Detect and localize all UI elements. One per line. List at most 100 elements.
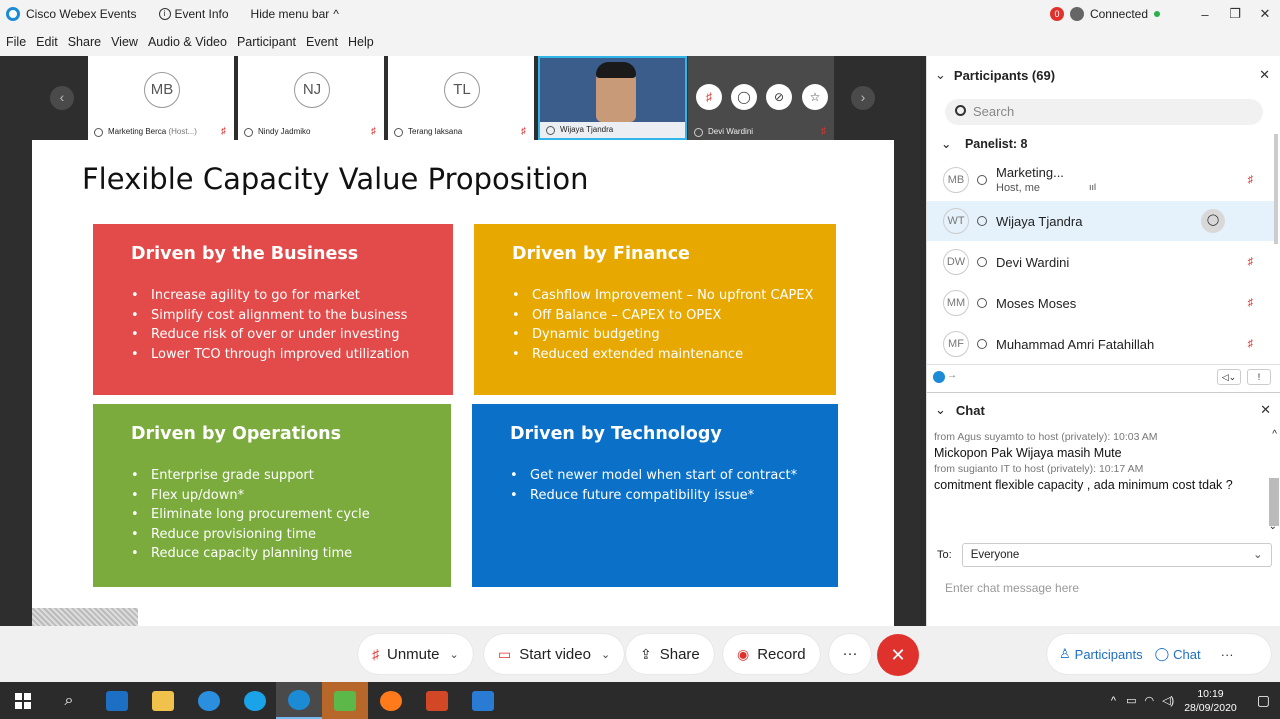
app-name: Cisco Webex Events (26, 7, 137, 21)
powerpoint-taskbar-icon[interactable] (414, 682, 460, 719)
strip-prev-button[interactable]: ‹ (50, 86, 74, 110)
muted-mic-icon[interactable]: ♯ (1248, 338, 1254, 350)
chat-scroll-down-button[interactable]: ⌄ (1269, 521, 1277, 532)
search-taskbar-button[interactable]: ⌕ (46, 682, 92, 719)
participant-search-input[interactable]: Search (945, 99, 1263, 125)
bullet: Reduce risk of over or under investing (131, 325, 453, 345)
bullet: Cashflow Improvement – No upfront CAPEX (512, 286, 836, 306)
chat-message-input[interactable]: Enter chat message here (945, 581, 1079, 595)
wifi-icon[interactable]: ◠ (1144, 694, 1154, 707)
arrow-right-icon[interactable]: → (947, 370, 957, 381)
record-button[interactable]: ◉ Record (723, 634, 820, 674)
chat-message-text: comitment flexible capacity , ada minimu… (934, 478, 1233, 492)
record-label: Record (757, 645, 806, 663)
start-video-button[interactable]: ▭ Start video ⌄ (484, 634, 625, 674)
notifications-icon[interactable]: ▢ (1257, 692, 1270, 709)
muted-mic-icon[interactable]: ♯ (1248, 297, 1254, 309)
tile-name: Devi Wardini (708, 127, 754, 136)
lower-hands-button[interactable]: ◁⌄ (1217, 369, 1241, 385)
menu-event[interactable]: Event (306, 35, 338, 49)
close-chat-button[interactable]: ✕ (1260, 402, 1271, 418)
chat-bubble-icon[interactable]: ◯ (1201, 209, 1225, 233)
minimize-button[interactable]: – (1190, 7, 1220, 22)
app-taskbar-icon[interactable] (322, 682, 368, 719)
participants-toggle-button[interactable]: Participants (1075, 647, 1143, 662)
chat-participant-icon[interactable]: ◯ (731, 84, 757, 110)
file-explorer-taskbar-icon[interactable] (140, 682, 186, 719)
video-tile[interactable]: NJ Nindy Jadmiko ♯ (238, 56, 386, 140)
bullet: Eliminate long procurement cycle (131, 505, 451, 525)
menu-view[interactable]: View (111, 35, 138, 49)
menu-participant[interactable]: Participant (237, 35, 296, 49)
network-icon[interactable]: ▭ (1126, 694, 1136, 707)
participants-header[interactable]: ⌄ Participants (69) ✕ (927, 56, 1280, 94)
alert-button[interactable]: ! (1247, 369, 1271, 385)
video-tile[interactable]: TL Terang laksana ♯ (388, 56, 536, 140)
unmute-button[interactable]: ♯ Unmute ⌄ (358, 634, 473, 674)
skype-taskbar-icon[interactable] (232, 682, 278, 719)
menu-audio-video[interactable]: Audio & Video (148, 35, 227, 49)
event-info-label: Event Info (174, 7, 229, 21)
more-options-button[interactable]: ··· (829, 634, 871, 674)
menu-share[interactable]: Share (68, 35, 101, 49)
participant-row[interactable]: MB Marketing... Host, me ııl ♯ (927, 160, 1275, 200)
chat-scroll-up-button[interactable]: ^ (1272, 429, 1277, 440)
participant-row[interactable]: WT Wijaya Tjandra ◯ (927, 201, 1275, 241)
slide-title: Flexible Capacity Value Proposition (82, 162, 589, 196)
active-speaker-video-tile[interactable]: Wijaya Tjandra (538, 56, 687, 140)
strip-next-button[interactable]: › (851, 86, 875, 110)
headset-icon (977, 175, 987, 185)
notification-badge[interactable]: 0 (1049, 7, 1064, 21)
muted-mic-icon: ♯ (371, 126, 376, 137)
event-info-button[interactable]: i Event Info (158, 7, 229, 21)
menu-edit[interactable]: Edit (36, 35, 58, 49)
edge-taskbar-icon[interactable] (186, 682, 232, 719)
avatar: WT (943, 208, 969, 234)
chat-header[interactable]: ⌄ Chat ✕ (927, 393, 1280, 427)
tray-expand-button[interactable]: ^ (1111, 695, 1116, 707)
muted-mic-icon: ♯ (221, 126, 226, 137)
shared-slide: Flexible Capacity Value Proposition Driv… (32, 140, 894, 626)
connection-status[interactable]: Connected (1090, 7, 1148, 21)
headset-icon (977, 216, 987, 226)
box-heading: Driven by Operations (131, 424, 341, 444)
hide-menu-bar-button[interactable]: Hide menu bar ^ (251, 7, 339, 21)
firefox-taskbar-icon[interactable] (368, 682, 414, 719)
panelist-group-header[interactable]: ⌄ Panelist: 8 (941, 136, 1028, 151)
menu-help[interactable]: Help (348, 35, 374, 49)
chevron-down-icon[interactable]: ⌄ (601, 648, 610, 661)
media-taskbar-icon[interactable] (460, 682, 506, 719)
restore-button[interactable]: ❐ (1220, 6, 1250, 22)
volume-icon[interactable]: ◁) (1162, 694, 1174, 707)
muted-mic-icon[interactable]: ♯ (1248, 256, 1254, 268)
start-button[interactable] (0, 682, 46, 719)
start-video-label: Start video (519, 645, 591, 663)
video-tile[interactable]: MB Marketing Berca (Host...) ♯ (88, 56, 236, 140)
recipient-select[interactable]: Everyone ⌄ (961, 543, 1272, 567)
participant-row[interactable]: DW Devi Wardini ♯ (927, 242, 1275, 282)
close-participants-button[interactable]: ✕ (1259, 67, 1270, 83)
participant-row[interactable]: MM Moses Moses ♯ (927, 283, 1275, 323)
participant-row[interactable]: MF Muhammad Amri Fatahillah ♯ (927, 324, 1275, 364)
muted-mic-icon[interactable]: ♯ (1248, 174, 1254, 186)
close-window-button[interactable]: ✕ (1250, 6, 1280, 22)
chat-toggle-button[interactable]: Chat (1173, 647, 1200, 662)
tile-label: Nindy Jadmiko ♯ (238, 124, 384, 140)
end-meeting-button[interactable]: ✕ (877, 634, 919, 676)
chat-scrollbar[interactable] (1269, 478, 1279, 526)
video-tile[interactable]: ♯ ◯ ⊘ ☆ Devi Wardini ♯ (688, 56, 836, 140)
menu-file[interactable]: File (6, 35, 26, 49)
stop-video-icon[interactable]: ⊘ (766, 84, 792, 110)
participant-name: Marketing... (996, 165, 1064, 180)
chevron-down-icon[interactable]: ⌄ (450, 648, 459, 661)
avatar: MM (943, 290, 969, 316)
pin-icon[interactable]: ☆ (802, 84, 828, 110)
participants-scrollbar[interactable] (1274, 134, 1278, 244)
unmute-label: Unmute (387, 645, 440, 663)
clock[interactable]: 10:19 28/09/2020 (1184, 687, 1237, 715)
outlook-taskbar-icon[interactable] (94, 682, 140, 719)
mute-participant-icon[interactable]: ♯ (696, 84, 722, 110)
share-button[interactable]: ⇪ Share (626, 634, 714, 674)
more-panels-button[interactable]: ··· (1221, 647, 1234, 662)
webex-taskbar-icon[interactable] (276, 682, 322, 719)
